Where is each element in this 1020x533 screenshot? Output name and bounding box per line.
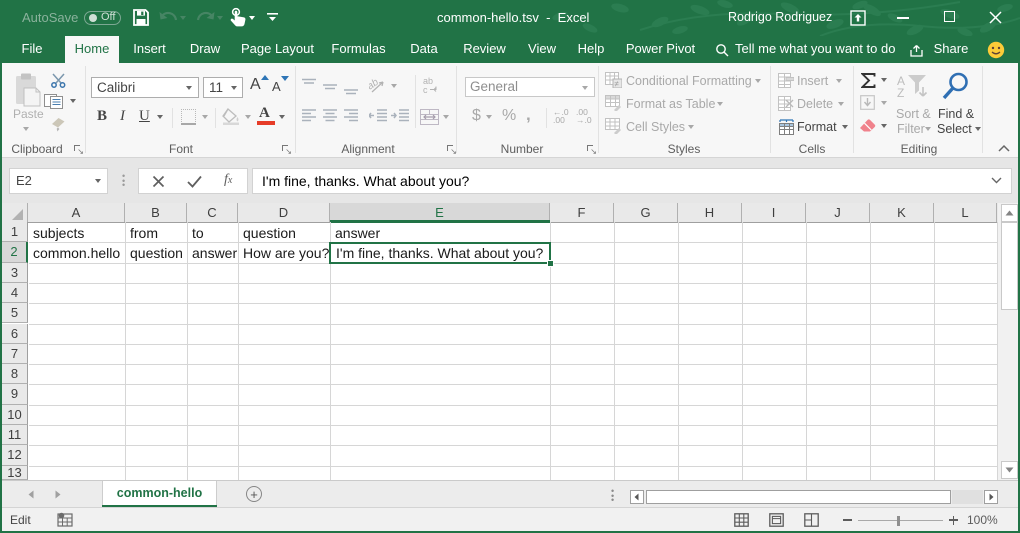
svg-text:c: c: [423, 85, 428, 94]
svg-text:≠: ≠: [615, 80, 620, 89]
svg-text:Z: Z: [897, 86, 904, 99]
